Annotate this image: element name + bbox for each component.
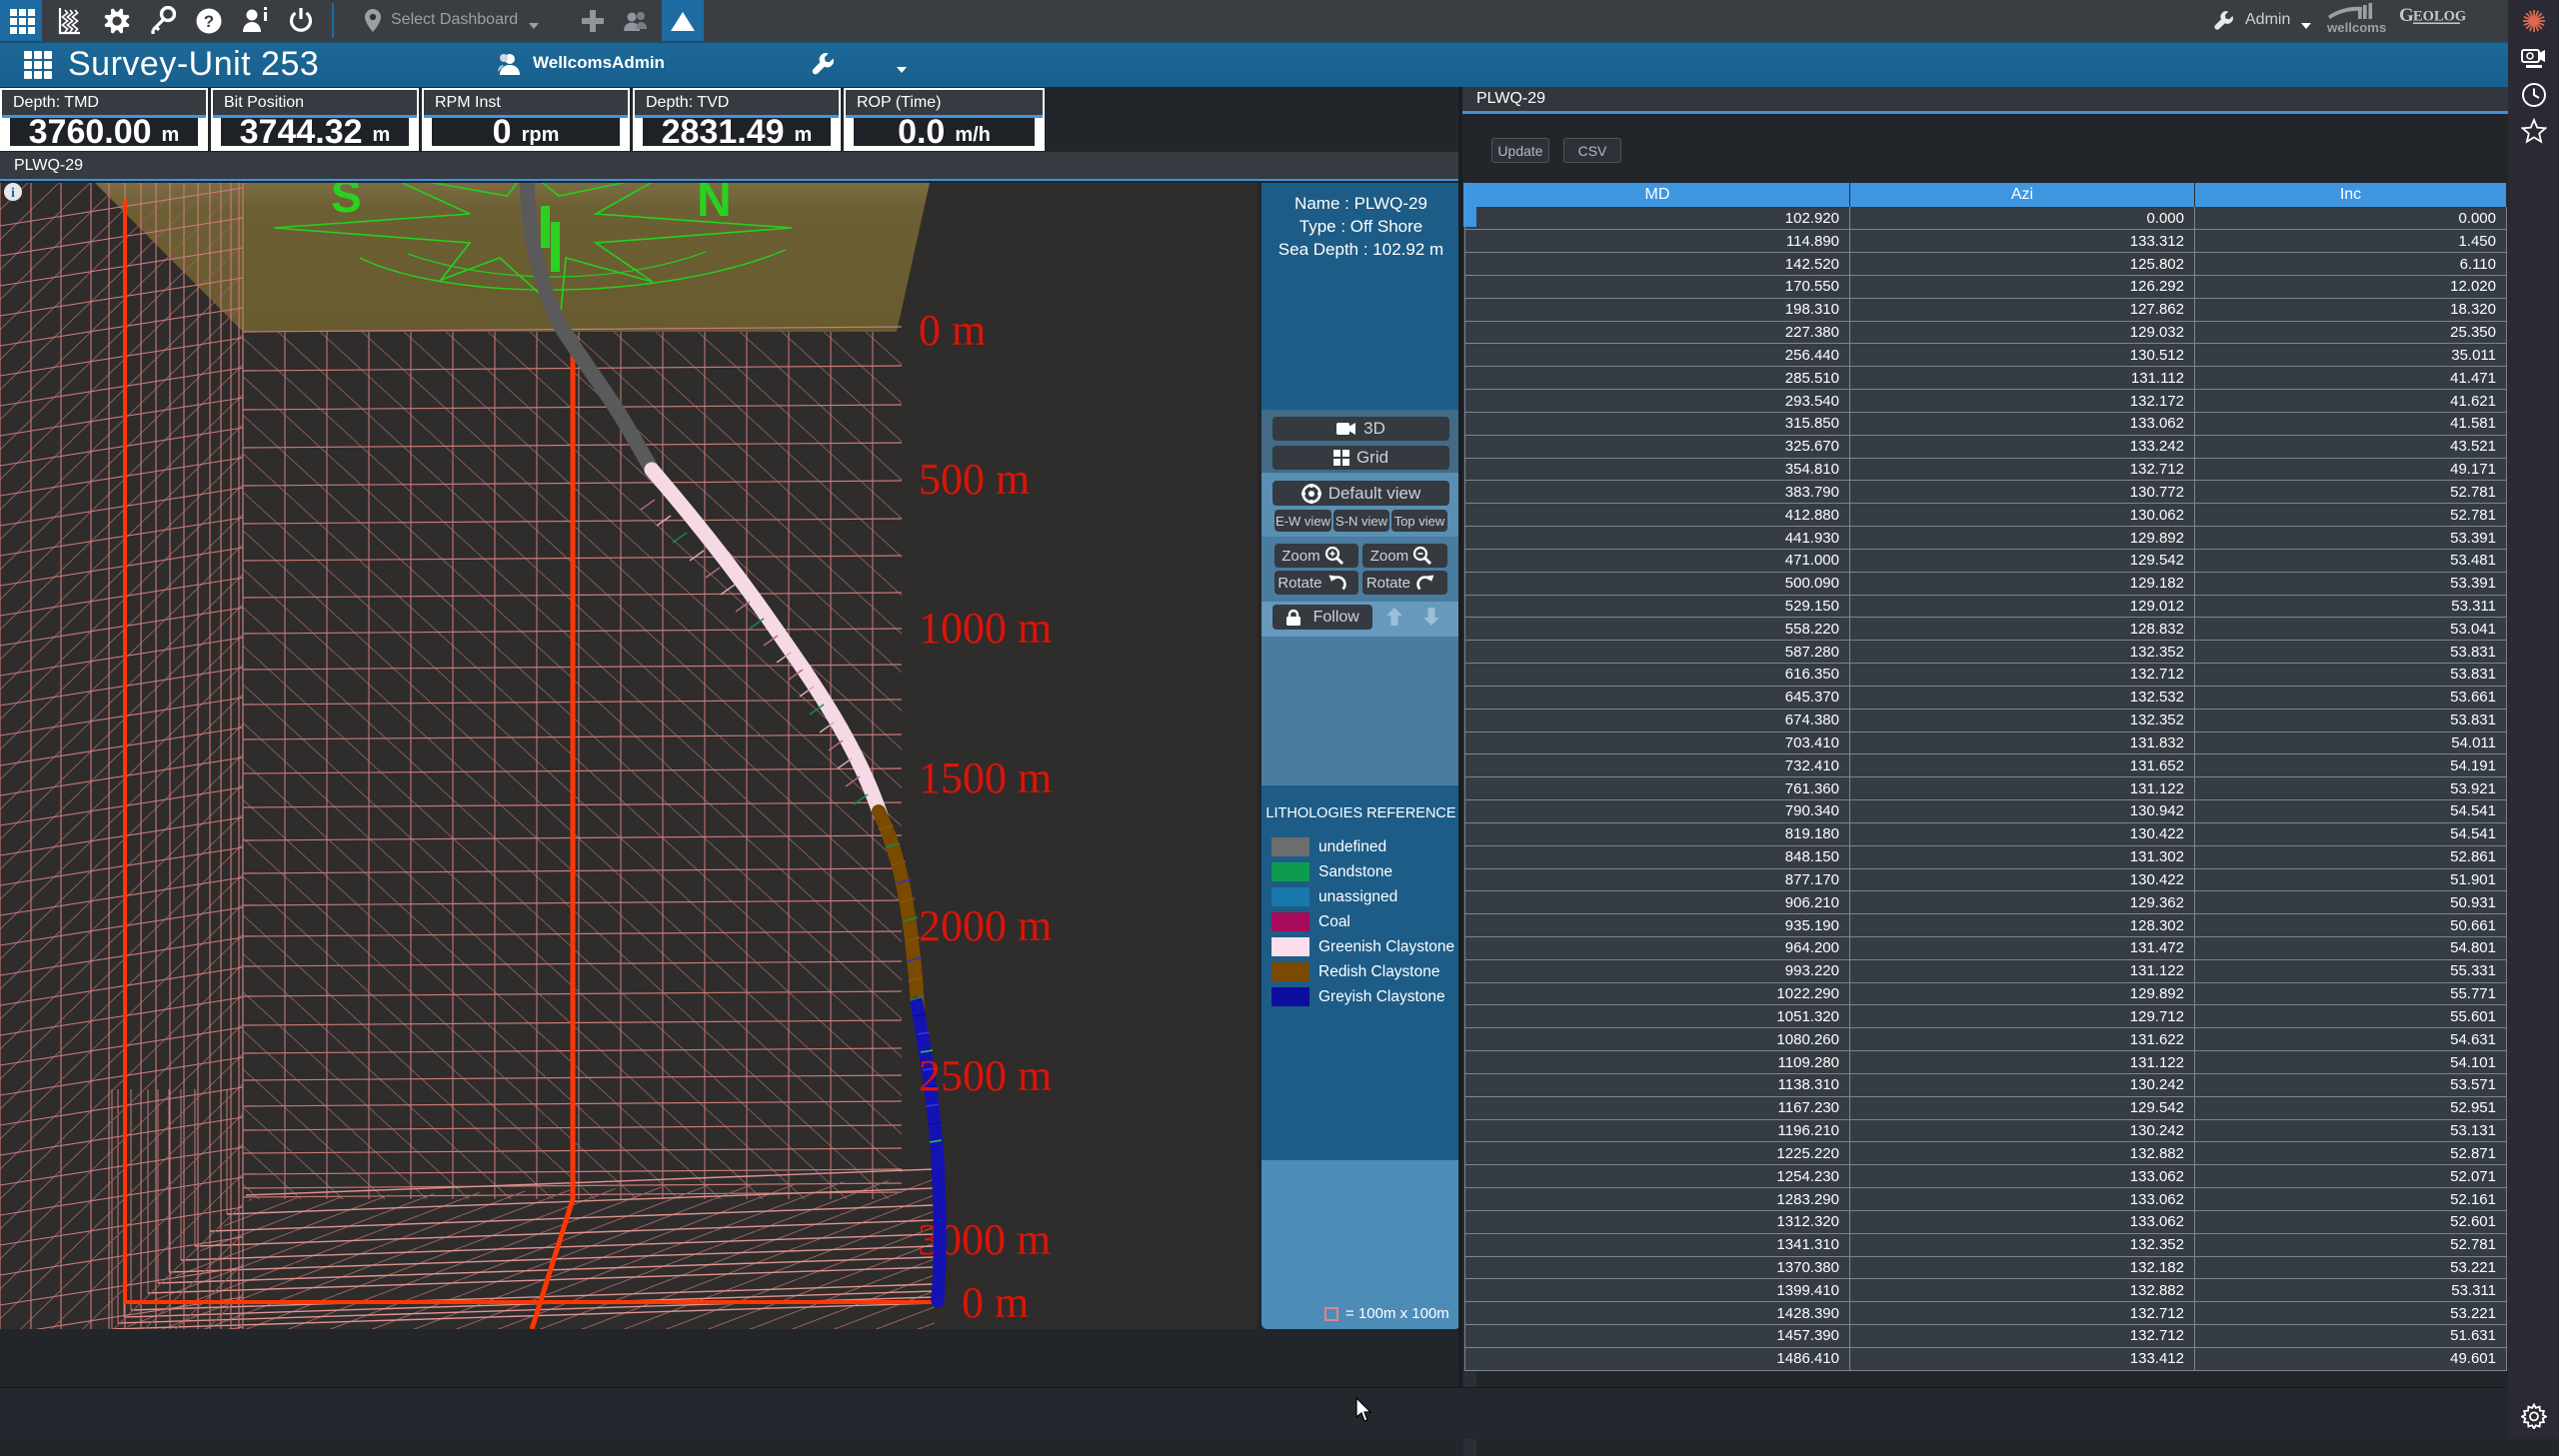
svg-text:2500 m: 2500 m <box>919 1051 1052 1100</box>
svg-text:EOLOG: EOLOG <box>2413 9 2466 25</box>
svg-text:N: N <box>697 183 732 227</box>
svg-text:wellcoms: wellcoms <box>2326 20 2386 35</box>
svg-text:2000 m: 2000 m <box>919 901 1052 950</box>
svg-text:1000 m: 1000 m <box>919 604 1052 653</box>
svg-text:500 m: 500 m <box>919 455 1030 504</box>
svg-text:S: S <box>331 183 362 222</box>
svg-text:1500 m: 1500 m <box>919 753 1052 802</box>
svg-text:0 m: 0 m <box>919 306 986 355</box>
svg-text:G: G <box>2399 5 2414 26</box>
svg-text:0 m: 0 m <box>962 1278 1029 1327</box>
svg-text:?: ? <box>204 12 214 31</box>
svg-text:i: i <box>11 186 15 201</box>
